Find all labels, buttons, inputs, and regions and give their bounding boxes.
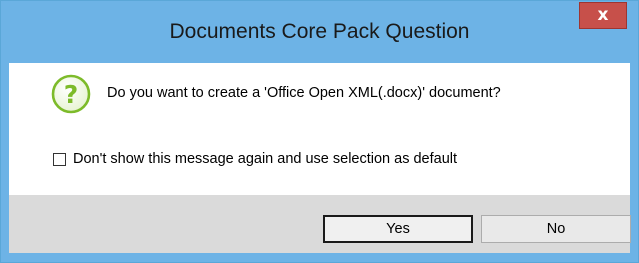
close-icon: x bbox=[597, 5, 609, 25]
dialog-body: ? Do you want to create a 'Office Open X… bbox=[9, 63, 631, 253]
dont-show-again-label[interactable]: Don't show this message again and use se… bbox=[73, 149, 457, 169]
window-title: Documents Core Pack Question bbox=[169, 20, 470, 43]
yes-button[interactable]: Yes bbox=[323, 215, 473, 243]
dont-show-again-checkbox[interactable] bbox=[53, 153, 66, 166]
dialog-content: ? Do you want to create a 'Office Open X… bbox=[9, 63, 630, 195]
dialog-window: Documents Core Pack Question x ? Do you … bbox=[0, 0, 639, 263]
question-icon: ? bbox=[51, 74, 91, 114]
question-message: Do you want to create a 'Office Open XML… bbox=[107, 85, 501, 101]
no-button[interactable]: No bbox=[481, 215, 631, 243]
title-bar[interactable]: Documents Core Pack Question x bbox=[1, 1, 638, 63]
close-button[interactable]: x bbox=[579, 2, 627, 29]
button-bar: Yes No bbox=[9, 195, 631, 253]
svg-text:?: ? bbox=[64, 80, 79, 109]
